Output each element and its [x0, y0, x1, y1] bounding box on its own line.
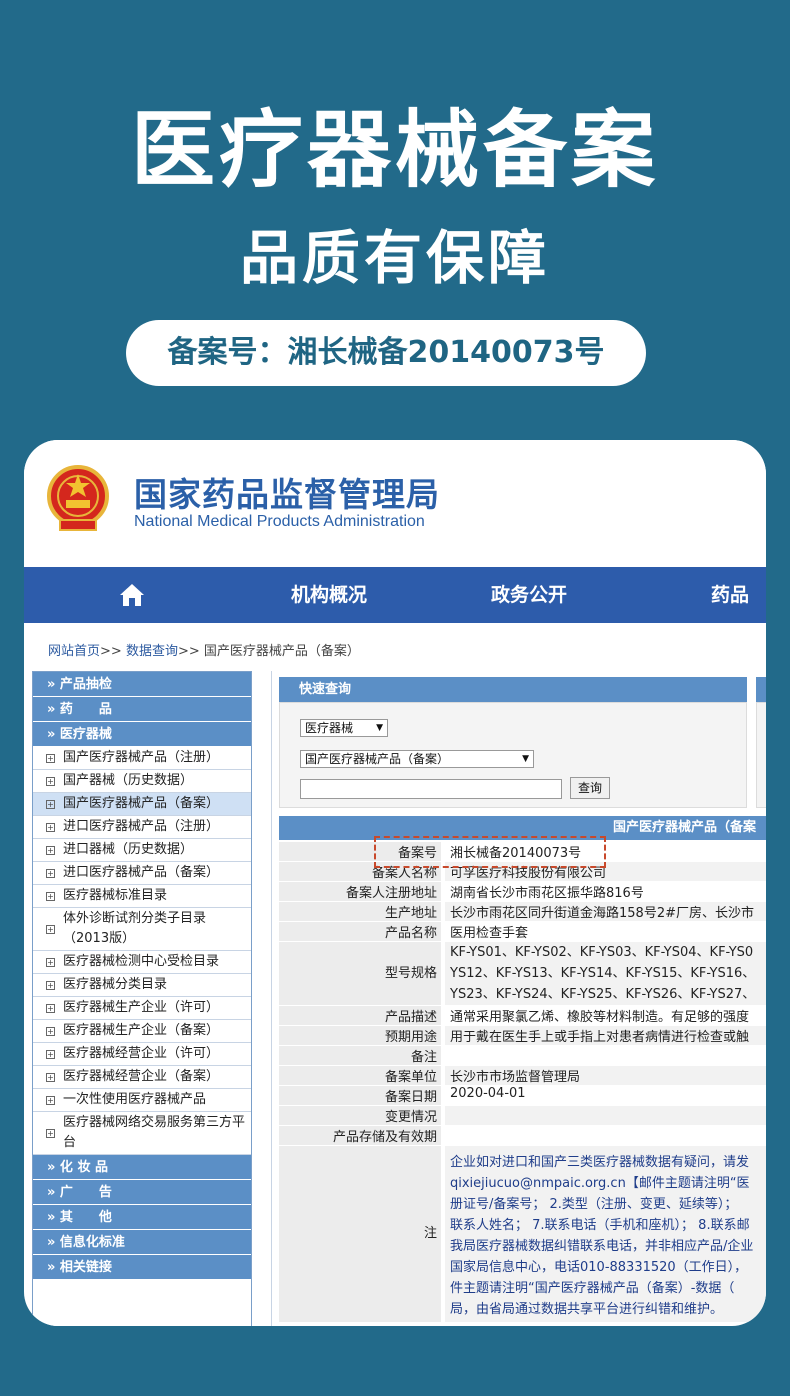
main-nav: 机构概况 政务公开 药品	[24, 567, 766, 623]
expand-icon: +	[46, 1129, 55, 1138]
sidebar-section-drugs[interactable]: » 药 品	[33, 697, 251, 722]
expand-icon: +	[46, 869, 55, 878]
sidebar-item[interactable]: + 医疗器械经营企业（备案）	[33, 1066, 251, 1089]
sidebar-item[interactable]: + 医疗器械经营企业（许可）	[33, 1043, 251, 1066]
breadcrumb-current: 国产医疗器械产品（备案）	[203, 644, 360, 659]
sidebar-section-devices[interactable]: » 医疗器械	[33, 722, 251, 747]
table-row: 备案日期 2020-04-01	[279, 1086, 766, 1105]
national-emblem-icon[interactable]	[46, 464, 110, 534]
breadcrumb-separator: >>	[177, 644, 200, 659]
subcategory-select[interactable]: 国产医疗器械产品（备案） ▼	[300, 750, 534, 768]
sidebar-item-selected[interactable]: + 国产医疗器械产品（备案）	[33, 793, 251, 816]
site-header: 国家药品监督管理局 National Medical Products Admi…	[24, 440, 766, 568]
sidebar-item[interactable]: + 医疗器械检测中心受检目录	[33, 951, 251, 974]
sidebar-item[interactable]: + 一次性使用医疗器械产品	[33, 1089, 251, 1112]
nav-item-government[interactable]: 政务公开	[491, 567, 567, 623]
expand-icon: +	[46, 981, 55, 990]
website-screenshot-card: 国家药品监督管理局 National Medical Products Admi…	[24, 440, 766, 1326]
sidebar-item[interactable]: + 国产医疗器械产品（注册）	[33, 747, 251, 770]
sidebar-section-ads[interactable]: » 广 告	[33, 1180, 251, 1205]
search-button[interactable]: 查询	[570, 777, 610, 799]
quick-search-panel: 医疗器械 ▼ 国产医疗器械产品（备案） ▼ 查询	[279, 702, 747, 808]
category-select[interactable]: 医疗器械 ▼	[300, 719, 388, 737]
note-row: 注 企业如对进口和国产三类医疗器械数据有疑问，请发 qixiejiucuo@nm…	[279, 1146, 766, 1322]
expand-icon: +	[46, 846, 55, 855]
sidebar-section-it-standards[interactable]: » 信息化标准	[33, 1230, 251, 1255]
table-row: 备注	[279, 1046, 766, 1065]
expand-icon: +	[46, 800, 55, 809]
quick-search-header: 快速查询	[279, 677, 747, 702]
expand-icon: +	[46, 1096, 55, 1105]
sidebar-section-sampling[interactable]: » 产品抽检	[33, 672, 251, 697]
record-number-highlight	[374, 836, 606, 868]
nav-item-drugs[interactable]: 药品	[711, 567, 749, 623]
sidebar-item[interactable]: + 进口医疗器械产品（注册）	[33, 816, 251, 839]
table-row: 生产地址 长沙市雨花区同升街道金海路158号2#厂房、长沙市	[279, 902, 766, 921]
main-content: 快速查询 医疗器械 ▼ 国产医疗器械产品（备案） ▼ 查询 国产医疗器械产品（备案 …	[271, 671, 766, 1326]
nav-item-about[interactable]: 机构概况	[291, 567, 367, 623]
table-row: 产品描述 通常采用聚氯乙烯、橡胶等材料制造。有足够的强度	[279, 1006, 766, 1025]
sidebar-item[interactable]: + 进口医疗器械产品（备案）	[33, 862, 251, 885]
search-input[interactable]	[300, 779, 562, 799]
breadcrumb-home[interactable]: 网站首页	[48, 644, 100, 659]
banner-subtitle: 品质有保障	[239, 224, 550, 292]
table-row: 产品存储及有效期	[279, 1126, 766, 1145]
org-name-en: National Medical Products Administration	[134, 513, 425, 530]
sidebar-item[interactable]: + 医疗器械网络交易服务第三方平台	[33, 1112, 251, 1155]
dropdown-arrow-icon: ▼	[522, 754, 529, 764]
sidebar-item[interactable]: + 医疗器械生产企业（备案）	[33, 1020, 251, 1043]
expand-icon: +	[46, 958, 55, 967]
sidebar-item[interactable]: + 医疗器械生产企业（许可）	[33, 997, 251, 1020]
sidebar-item[interactable]: + 进口器械（历史数据）	[33, 839, 251, 862]
breadcrumb-separator: >>	[100, 644, 122, 659]
dropdown-arrow-icon: ▼	[376, 723, 383, 733]
side-panel	[756, 702, 766, 808]
sidebar-section-other[interactable]: » 其 他	[33, 1205, 251, 1230]
table-row: 备案单位 长沙市市场监督管理局	[279, 1066, 766, 1085]
sidebar-item[interactable]: + 国产器械（历史数据）	[33, 770, 251, 793]
sidebar-item[interactable]: + 医疗器械分类目录	[33, 974, 251, 997]
breadcrumb-query[interactable]: 数据查询	[126, 644, 178, 659]
expand-icon: +	[46, 777, 55, 786]
expand-icon: +	[46, 754, 55, 763]
expand-icon: +	[46, 823, 55, 832]
banner-title: 医疗器械备案	[130, 101, 659, 199]
expand-icon: +	[46, 1050, 55, 1059]
sidebar-item[interactable]: + 体外诊断试剂分类子目录（2013版）	[33, 908, 251, 951]
breadcrumb: 网站首页>> 数据查询>> 国产医疗器械产品（备案）	[48, 640, 360, 659]
sidebar: » 产品抽检 » 药 品 » 医疗器械 + 国产医疗器械产品（注册） + 国产器械（…	[32, 671, 252, 1326]
table-row: 备案人注册地址 湖南省长沙市雨花区振华路816号	[279, 882, 766, 901]
side-panel-header	[756, 677, 766, 702]
sidebar-item[interactable]: + 医疗器械标准目录	[33, 885, 251, 908]
home-icon[interactable]	[119, 583, 145, 607]
expand-icon: +	[46, 1004, 55, 1013]
expand-icon: +	[46, 925, 55, 934]
expand-icon: +	[46, 892, 55, 901]
sidebar-section-links[interactable]: » 相关链接	[33, 1255, 251, 1280]
table-row: 型号规格 KF-YS01、KF-YS02、KF-YS03、KF-YS04、KF-…	[279, 942, 766, 1005]
record-number-badge: 备案号：湘长械备20140073号	[126, 320, 646, 386]
table-row: 变更情况	[279, 1106, 766, 1125]
expand-icon: +	[46, 1027, 55, 1036]
table-row: 预期用途 用于戴在医生手上或手指上对患者病情进行检查或触	[279, 1026, 766, 1045]
sidebar-section-cosmetics[interactable]: » 化 妆 品	[33, 1155, 251, 1180]
table-row: 产品名称 医用检查手套	[279, 922, 766, 941]
org-name-cn: 国家药品监督管理局	[134, 475, 440, 514]
expand-icon: +	[46, 1073, 55, 1082]
